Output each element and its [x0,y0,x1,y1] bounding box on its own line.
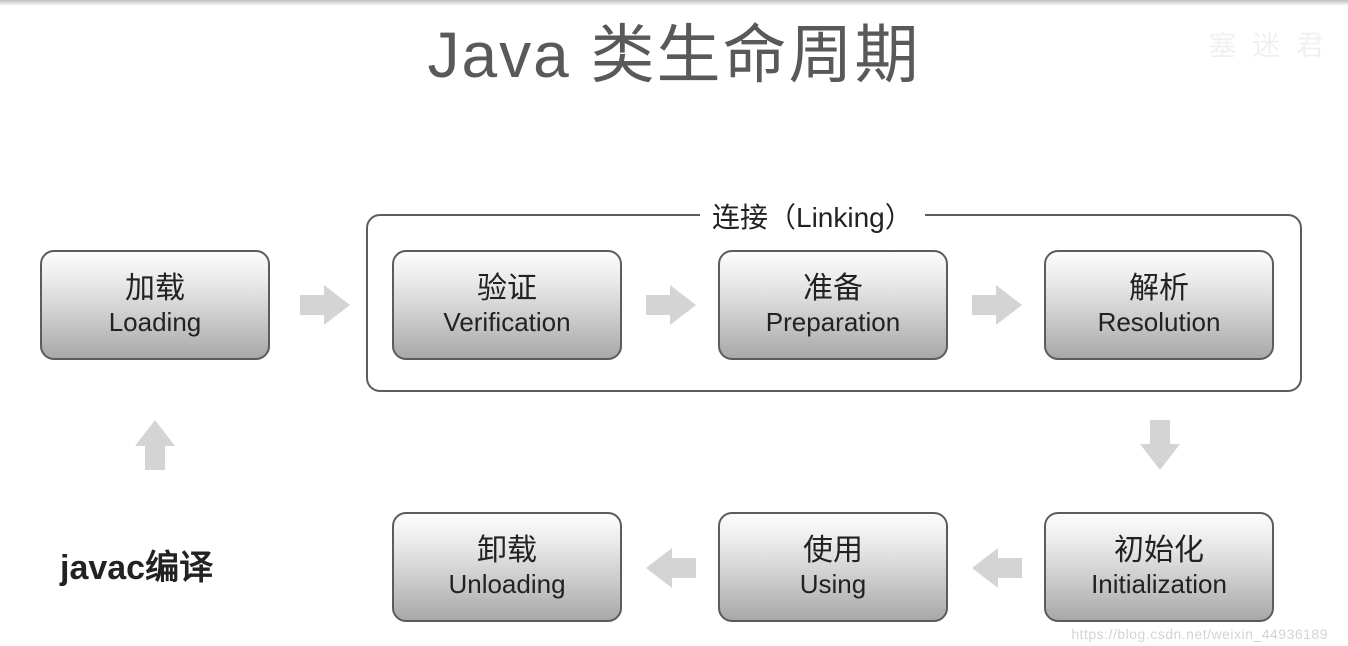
node-verification: 验证 Verification [392,250,622,360]
arrow-right-icon [972,285,1022,325]
diagram-title: Java 类生命周期 [0,4,1348,96]
node-unloading-cn: 卸载 [477,534,537,569]
node-resolution-en: Resolution [1098,308,1221,338]
arrow-right-icon [646,285,696,325]
node-using-cn: 使用 [803,534,863,569]
arrow-up-icon [135,420,175,470]
arrow-left-icon [972,548,1022,588]
javac-label: javac编译 [60,540,213,589]
arrow-down-icon [1140,420,1180,470]
node-using: 使用 Using [718,512,948,622]
watermark-bottom: https://blog.csdn.net/weixin_44936189 [1071,626,1328,642]
watermark-top: 塞 迷 君 [1208,24,1328,64]
node-unloading-en: Unloading [448,570,565,600]
node-initialization-en: Initialization [1091,570,1227,600]
node-loading-en: Loading [109,308,202,338]
node-unloading: 卸载 Unloading [392,512,622,622]
node-preparation: 准备 Preparation [718,250,948,360]
node-initialization: 初始化 Initialization [1044,512,1274,622]
arrow-left-icon [646,548,696,588]
node-preparation-en: Preparation [766,308,900,338]
linking-group-label: 连接（Linking） [700,196,925,236]
arrow-right-icon [300,285,350,325]
node-using-en: Using [800,570,866,600]
node-preparation-cn: 准备 [803,272,863,307]
node-verification-cn: 验证 [477,272,537,307]
node-verification-en: Verification [443,308,570,338]
node-initialization-cn: 初始化 [1114,534,1204,569]
node-loading: 加载 Loading [40,250,270,360]
node-resolution-cn: 解析 [1129,272,1189,307]
node-loading-cn: 加载 [125,272,185,307]
node-resolution: 解析 Resolution [1044,250,1274,360]
